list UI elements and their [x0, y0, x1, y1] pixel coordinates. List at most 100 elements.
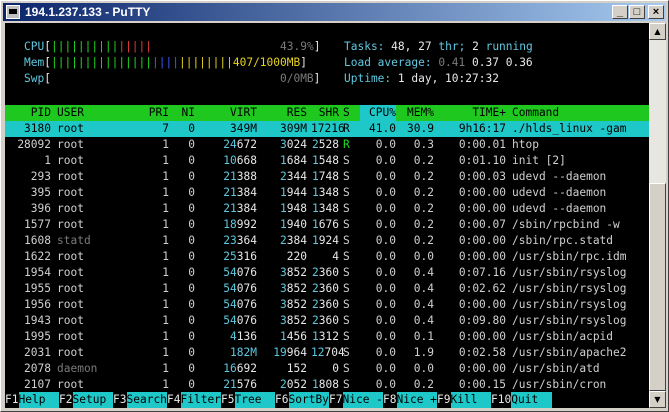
cell-user: root: [57, 170, 84, 183]
minimize-button[interactable]: _: [612, 5, 628, 19]
cell-res: 2052: [280, 378, 307, 391]
cell-virt: 25316: [223, 250, 257, 263]
swap-meter: Swp[ 0/0MB]: [24, 72, 321, 85]
cell-mem: 0.2: [413, 234, 434, 247]
process-row[interactable]: 1 root 1 0 10668 1684 1548 S 0.0 0.2 0:01.10 init […: [5, 153, 649, 169]
cell-res: 2344: [280, 170, 307, 183]
fkey-f10[interactable]: F10: [491, 392, 512, 408]
fkey-label-tree[interactable]: Tree: [234, 392, 275, 408]
cell-mem: 0.4: [413, 282, 434, 295]
column-header-s[interactable]: S: [343, 105, 353, 121]
process-row[interactable]: 2078 daemon 1 0 16692 152 0 S 0.0 0.0 0:00.00/usr/…: [5, 361, 649, 377]
process-row[interactable]: 1995 root 1 0 4136 1456 1312 S 0.0 0.1 0:00.00/usr…: [5, 329, 649, 345]
column-header-mem[interactable]: MEM%: [402, 105, 434, 121]
close-button[interactable]: ×: [648, 5, 664, 19]
cell-pri: 1: [162, 202, 169, 215]
process-row[interactable]: 1622 root 1 0 25316 220 4 S 0.0 0.0 0:00.00/usr/sb…: [5, 249, 649, 265]
fkey-f3[interactable]: F3: [113, 392, 127, 408]
fkey-label-setup[interactable]: Setup: [72, 392, 113, 408]
process-row[interactable]: 1954 root 1 0 54076 3852 2360 S 0.0 0.4 0:07.16/us…: [5, 265, 649, 281]
column-header-cpu[interactable]: CPU%: [360, 105, 396, 121]
fkey-f7[interactable]: F7: [329, 392, 343, 408]
process-row[interactable]: 1608 statd 1 0 23364 2384 1924 S 0.0 0.2 0:00.00/s…: [5, 233, 649, 249]
title-bar[interactable]: 194.1.237.133 - PuTTY _ □ ×: [3, 3, 666, 21]
fkey-label-sortby[interactable]: SortBy: [288, 392, 329, 408]
column-header-user[interactable]: USER: [57, 105, 127, 121]
process-row[interactable]: 1956 root 1 0 54076 3852 2360 S 0.0 0.4 0:00.00/us…: [5, 297, 649, 313]
column-header-pid[interactable]: PID: [5, 105, 51, 121]
column-header-shr[interactable]: SHR: [311, 105, 339, 121]
cell-s: S: [343, 330, 350, 343]
cell-time: 0:00.00: [458, 298, 506, 311]
column-header-row[interactable]: PID USER PRI NI VIRT RES SHR S CPU% MEM% TIME+ Comm…: [5, 105, 649, 121]
scroll-thumb[interactable]: [649, 183, 666, 391]
fkey-f6[interactable]: F6: [275, 392, 289, 408]
fkey-label-nice[interactable]: Nice -: [342, 392, 383, 408]
fkey-label-help[interactable]: Help: [18, 392, 59, 408]
cell-res: 309M: [280, 122, 307, 135]
cell-s: S: [343, 186, 350, 199]
cell-pid: 1622: [24, 250, 51, 263]
fkey-label-filter[interactable]: Filter: [180, 392, 221, 408]
cell-shr: 2360: [312, 298, 339, 311]
process-row[interactable]: 2107 root 1 0 21576 2052 1808 S 0.0 0.2 0:00.15/us…: [5, 377, 649, 393]
cell-cpu: 0.0: [375, 170, 396, 183]
column-header-pri[interactable]: PRI: [135, 105, 169, 121]
column-header-virt[interactable]: VIRT: [207, 105, 257, 121]
cell-mem: 0.2: [413, 170, 434, 183]
cell-user: root: [57, 218, 84, 231]
fkey-f8[interactable]: F8: [383, 392, 397, 408]
cell-cpu: 41.0: [369, 122, 396, 135]
cell-shr: 1312: [312, 330, 339, 343]
cell-cpu: 0.0: [375, 346, 396, 359]
cell-ni: 0: [188, 234, 195, 247]
process-row[interactable]: 396 root 1 0 21384 1948 1348 S 0.0 0.2 0:00.00 udev…: [5, 201, 649, 217]
cell-pid: 28092: [17, 138, 51, 151]
fkey-label-nice[interactable]: Nice +: [396, 392, 437, 408]
process-row[interactable]: 1955 root 1 0 54076 3852 2360 S 0.0 0.4 0:02.62/us…: [5, 281, 649, 297]
cell-s: R: [343, 138, 350, 151]
scroll-down-arrow-icon[interactable]: ▼: [649, 391, 666, 408]
cell-time: 0:02.58: [458, 346, 506, 359]
cell-cpu: 0.0: [375, 234, 396, 247]
process-row[interactable]: 1943 root 1 0 54076 3852 2360 S 0.0 0.4 0:09.80/us…: [5, 313, 649, 329]
cell-pri: 1: [162, 378, 169, 391]
cell-mem: 0.2: [413, 378, 434, 391]
putty-app-icon[interactable]: [6, 5, 20, 19]
cell-cmd: udevd --daemon: [512, 186, 607, 199]
tasks-stat: Tasks: 48, 27 thr; 2 running: [344, 40, 533, 53]
cell-ni: 0: [188, 250, 195, 263]
cell-time: 0:00.00: [458, 202, 506, 215]
process-row[interactable]: 3180 root 7 0 349M 309M 17216 R 41.0 30.9 9h16:17.…: [5, 121, 649, 137]
cell-virt: 10668: [223, 154, 257, 167]
maximize-button[interactable]: □: [629, 5, 645, 19]
process-row[interactable]: 1577 root 1 0 18992 1940 1676 S 0.0 0.2 0:00.07/sb…: [5, 217, 649, 233]
fkey-label-search[interactable]: Search: [126, 392, 167, 408]
process-row[interactable]: 28092 root 1 0 24672 3024 2528 R 0.0 0.3 0:00.01 ht…: [5, 137, 649, 153]
cell-pri: 1: [162, 346, 169, 359]
terminal-screen[interactable]: CPU[||||||||||||||| 43.9%] Mem[|||||||||…: [5, 23, 649, 408]
fkey-f9[interactable]: F9: [437, 392, 451, 408]
fkey-f1[interactable]: F1: [5, 392, 19, 408]
vertical-scrollbar[interactable]: ▲ ▼: [649, 23, 666, 408]
cell-pri: 1: [162, 330, 169, 343]
cell-pid: 1956: [24, 298, 51, 311]
fkey-f5[interactable]: F5: [221, 392, 235, 408]
cell-cpu: 0.0: [375, 314, 396, 327]
column-header-ni[interactable]: NI: [177, 105, 195, 121]
process-row[interactable]: 395 root 1 0 21384 1944 1348 S 0.0 0.2 0:00.00 udev…: [5, 185, 649, 201]
cell-cmd: /usr/sbin/acpid: [512, 330, 614, 343]
column-header-command[interactable]: Command: [512, 105, 649, 121]
column-header-time[interactable]: TIME+: [446, 105, 506, 121]
fkey-label-kill[interactable]: Kill: [450, 392, 491, 408]
fkey-f4[interactable]: F4: [167, 392, 181, 408]
fkey-label-quit[interactable]: Quit: [511, 392, 552, 408]
cell-pri: 1: [162, 362, 169, 375]
process-row[interactable]: 293 root 1 0 21388 2344 1748 S 0.0 0.2 0:00.03 udev…: [5, 169, 649, 185]
column-header-res[interactable]: RES: [263, 105, 307, 121]
scroll-up-arrow-icon[interactable]: ▲: [649, 23, 666, 40]
fkey-f2[interactable]: F2: [59, 392, 73, 408]
cell-res: 1948: [280, 202, 307, 215]
process-row[interactable]: 2031 root 1 0 182M 19964 12704 S 0.0 1.9 0:02.58/u…: [5, 345, 649, 361]
cell-ni: 0: [188, 378, 195, 391]
